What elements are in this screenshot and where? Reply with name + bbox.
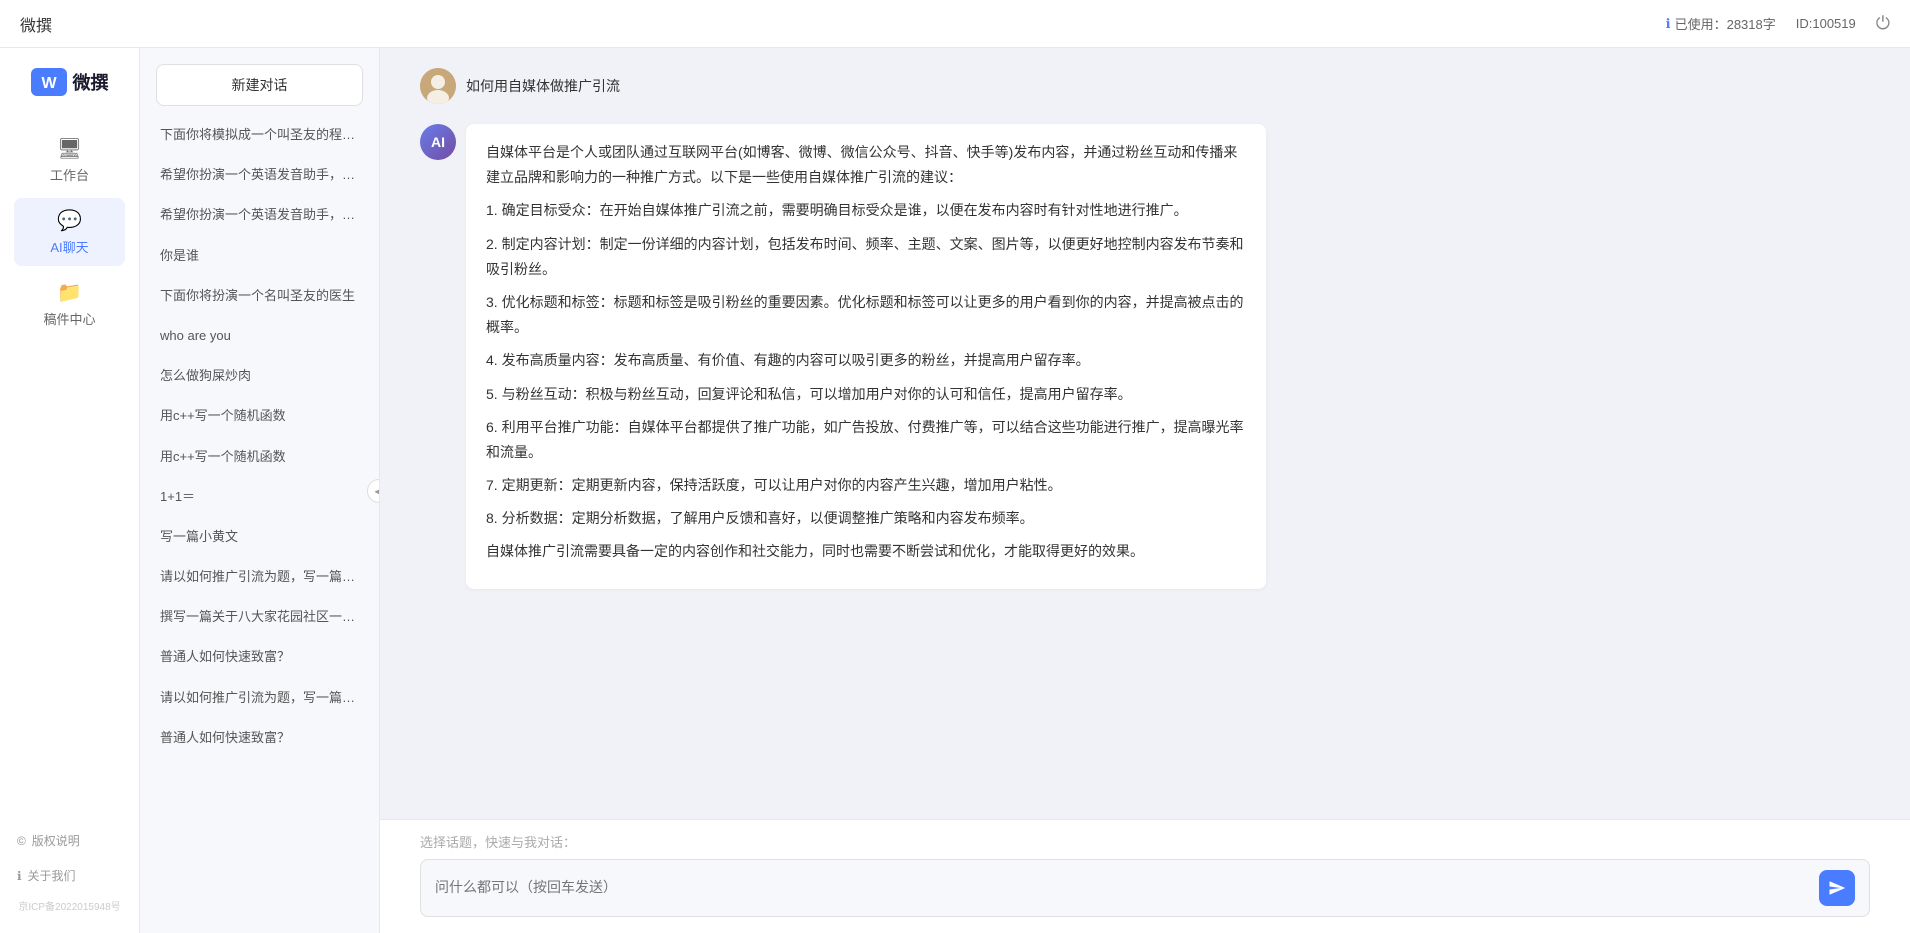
usage-text: 已使用：28318字	[1675, 14, 1776, 33]
chat-list: 下面你将模拟成一个叫圣友的程序员、我说...希望你扮演一个英语发音助手，我提供给…	[140, 116, 379, 757]
info-icon: ℹ	[1666, 16, 1671, 32]
ai-paragraph: 1. 确定目标受众：在开始自媒体推广引流之前，需要明确目标受众是谁，以便在发布内…	[486, 198, 1246, 223]
logo-text: 微撰	[73, 69, 109, 95]
chat-list-item[interactable]: 普通人如何快速致富？	[150, 638, 369, 676]
ai-paragraph: 7. 定期更新：定期更新内容，保持活跃度，可以让用户对你的内容产生兴趣，增加用户…	[486, 473, 1246, 498]
sidebar-item-drafts[interactable]: 📁 稿件中心	[14, 270, 125, 338]
left-nav: W 微撰 🖥 工作台 💬 AI聊天 📁 稿件中心 © 版权说明	[0, 48, 140, 933]
topbar-usage: ℹ 已使用：28318字	[1666, 14, 1776, 33]
user-message-text: 如何用自媒体做推广引流	[466, 68, 620, 96]
new-chat-button[interactable]: 新建对话	[156, 64, 363, 106]
chat-list-item[interactable]: who are you	[150, 317, 369, 355]
ai-message-content: 自媒体平台是个人或团队通过互联网平台(如博客、微博、微信公众号、抖音、快手等)发…	[466, 124, 1266, 589]
ai-paragraph: 6. 利用平台推广功能：自媒体平台都提供了推广功能，如广告投放、付费推广等，可以…	[486, 415, 1246, 465]
nav-label-drafts: 稿件中心	[43, 309, 95, 328]
ai-paragraph: 自媒体平台是个人或团队通过互联网平台(如博客、微博、微信公众号、抖音、快手等)发…	[486, 140, 1246, 190]
ai-paragraph: 自媒体推广引流需要具备一定的内容创作和社交能力，同时也需要不断尝试和优化，才能取…	[486, 539, 1246, 564]
chat-input[interactable]	[435, 876, 1809, 900]
user-avatar	[420, 68, 456, 104]
sidebar: 新建对话 下面你将模拟成一个叫圣友的程序员、我说...希望你扮演一个英语发音助手…	[140, 48, 380, 933]
chat-list-item[interactable]: 下面你将扮演一个名叫圣友的医生	[150, 277, 369, 315]
ai-paragraph: 3. 优化标题和标签：标题和标签是吸引粉丝的重要因素。优化标题和标签可以让更多的…	[486, 290, 1246, 340]
topbar-right: ℹ 已使用：28318字 ID:100519 ⏻	[1666, 13, 1890, 34]
ai-paragraph: 2. 制定内容计划：制定一份详细的内容计划，包括发布时间、频率、主题、文案、图片…	[486, 232, 1246, 282]
topbar: 微撰 ℹ 已使用：28318字 ID:100519 ⏻	[0, 0, 1910, 48]
chat-list-item[interactable]: 你是谁	[150, 237, 369, 275]
chat-list-item[interactable]: 怎么做狗屎炒肉	[150, 357, 369, 395]
logo-w-icon: W	[31, 68, 67, 96]
ai-avatar: AI	[420, 124, 456, 160]
nav-about-label: 关于我们	[28, 867, 76, 884]
messages-container: 如何用自媒体做推广引流 AI 自媒体平台是个人或团队通过互联网平台(如博客、微博…	[380, 48, 1910, 819]
chat-list-item[interactable]: 请以如何推广引流为题，写一篇大纲	[150, 558, 369, 596]
id-text: ID:100519	[1796, 16, 1856, 31]
icp-text: 京ICP备2022015948号	[18, 898, 120, 913]
nav-label-ai-chat: AI聊天	[50, 237, 88, 256]
ai-message: AI 自媒体平台是个人或团队通过互联网平台(如博客、微博、微信公众号、抖音、快手…	[420, 124, 1870, 589]
power-icon[interactable]: ⏻	[1876, 13, 1890, 34]
copyright-icon: ©	[17, 834, 26, 848]
drafts-icon: 📁	[57, 280, 82, 305]
nav-bottom: © 版权说明 ℹ 关于我们 京ICP备2022015948号	[0, 824, 139, 923]
user-message: 如何用自媒体做推广引流	[420, 68, 1870, 104]
chat-list-item[interactable]: 普通人如何快速致富？	[150, 719, 369, 757]
nav-about[interactable]: ℹ 关于我们	[7, 859, 132, 892]
chat-icon: 💬	[57, 208, 82, 233]
ai-paragraph: 4. 发布高质量内容：发布高质量、有价值、有趣的内容可以吸引更多的粉丝，并提高用…	[486, 348, 1246, 373]
nav-label-workbench: 工作台	[50, 165, 89, 184]
chat-list-item[interactable]: 希望你扮演一个英语发音助手，我提供给你...	[150, 196, 369, 234]
ai-paragraph: 5. 与粉丝互动：积极与粉丝互动，回复评论和私信，可以增加用户对你的认可和信任，…	[486, 382, 1246, 407]
quick-topics-label: 选择话题，快速与我对话：	[420, 832, 1870, 851]
topbar-title: 微撰	[20, 12, 52, 36]
svg-text:W: W	[41, 75, 57, 92]
sidebar-item-workbench[interactable]: 🖥 工作台	[14, 126, 125, 194]
nav-copyright-label: 版权说明	[32, 832, 80, 849]
sidebar-item-ai-chat[interactable]: 💬 AI聊天	[14, 198, 125, 266]
about-icon: ℹ	[17, 869, 22, 883]
logo-area: W 微撰	[31, 68, 109, 96]
ai-paragraph: 8. 分析数据：定期分析数据，了解用户反馈和喜好，以便调整推广策略和内容发布频率…	[486, 506, 1246, 531]
main-layout: W 微撰 🖥 工作台 💬 AI聊天 📁 稿件中心 © 版权说明	[0, 48, 1910, 933]
chat-list-item[interactable]: 下面你将模拟成一个叫圣友的程序员、我说...	[150, 116, 369, 154]
nav-copyright[interactable]: © 版权说明	[7, 824, 132, 857]
send-icon	[1828, 879, 1846, 897]
chat-list-item[interactable]: 用c++写一个随机函数	[150, 438, 369, 476]
chat-list-item[interactable]: 希望你扮演一个英语发音助手，我提供给你...	[150, 156, 369, 194]
chat-list-item[interactable]: 写一篇小黄文	[150, 518, 369, 556]
nav-items: 🖥 工作台 💬 AI聊天 📁 稿件中心	[0, 126, 139, 824]
chat-area: 如何用自媒体做推广引流 AI 自媒体平台是个人或团队通过互联网平台(如博客、微博…	[380, 48, 1910, 933]
chat-list-item[interactable]: 请以如何推广引流为题，写一篇大纲	[150, 679, 369, 717]
chat-list-item[interactable]: 用c++写一个随机函数	[150, 397, 369, 435]
input-row	[420, 859, 1870, 917]
workbench-icon: 🖥	[57, 136, 82, 161]
chat-list-item[interactable]: 撰写一篇关于八大家花园社区一刻钟便民生...	[150, 598, 369, 636]
input-area: 选择话题，快速与我对话：	[380, 819, 1910, 933]
send-button[interactable]	[1819, 870, 1855, 906]
chat-list-item[interactable]: 1+1＝	[150, 478, 369, 516]
